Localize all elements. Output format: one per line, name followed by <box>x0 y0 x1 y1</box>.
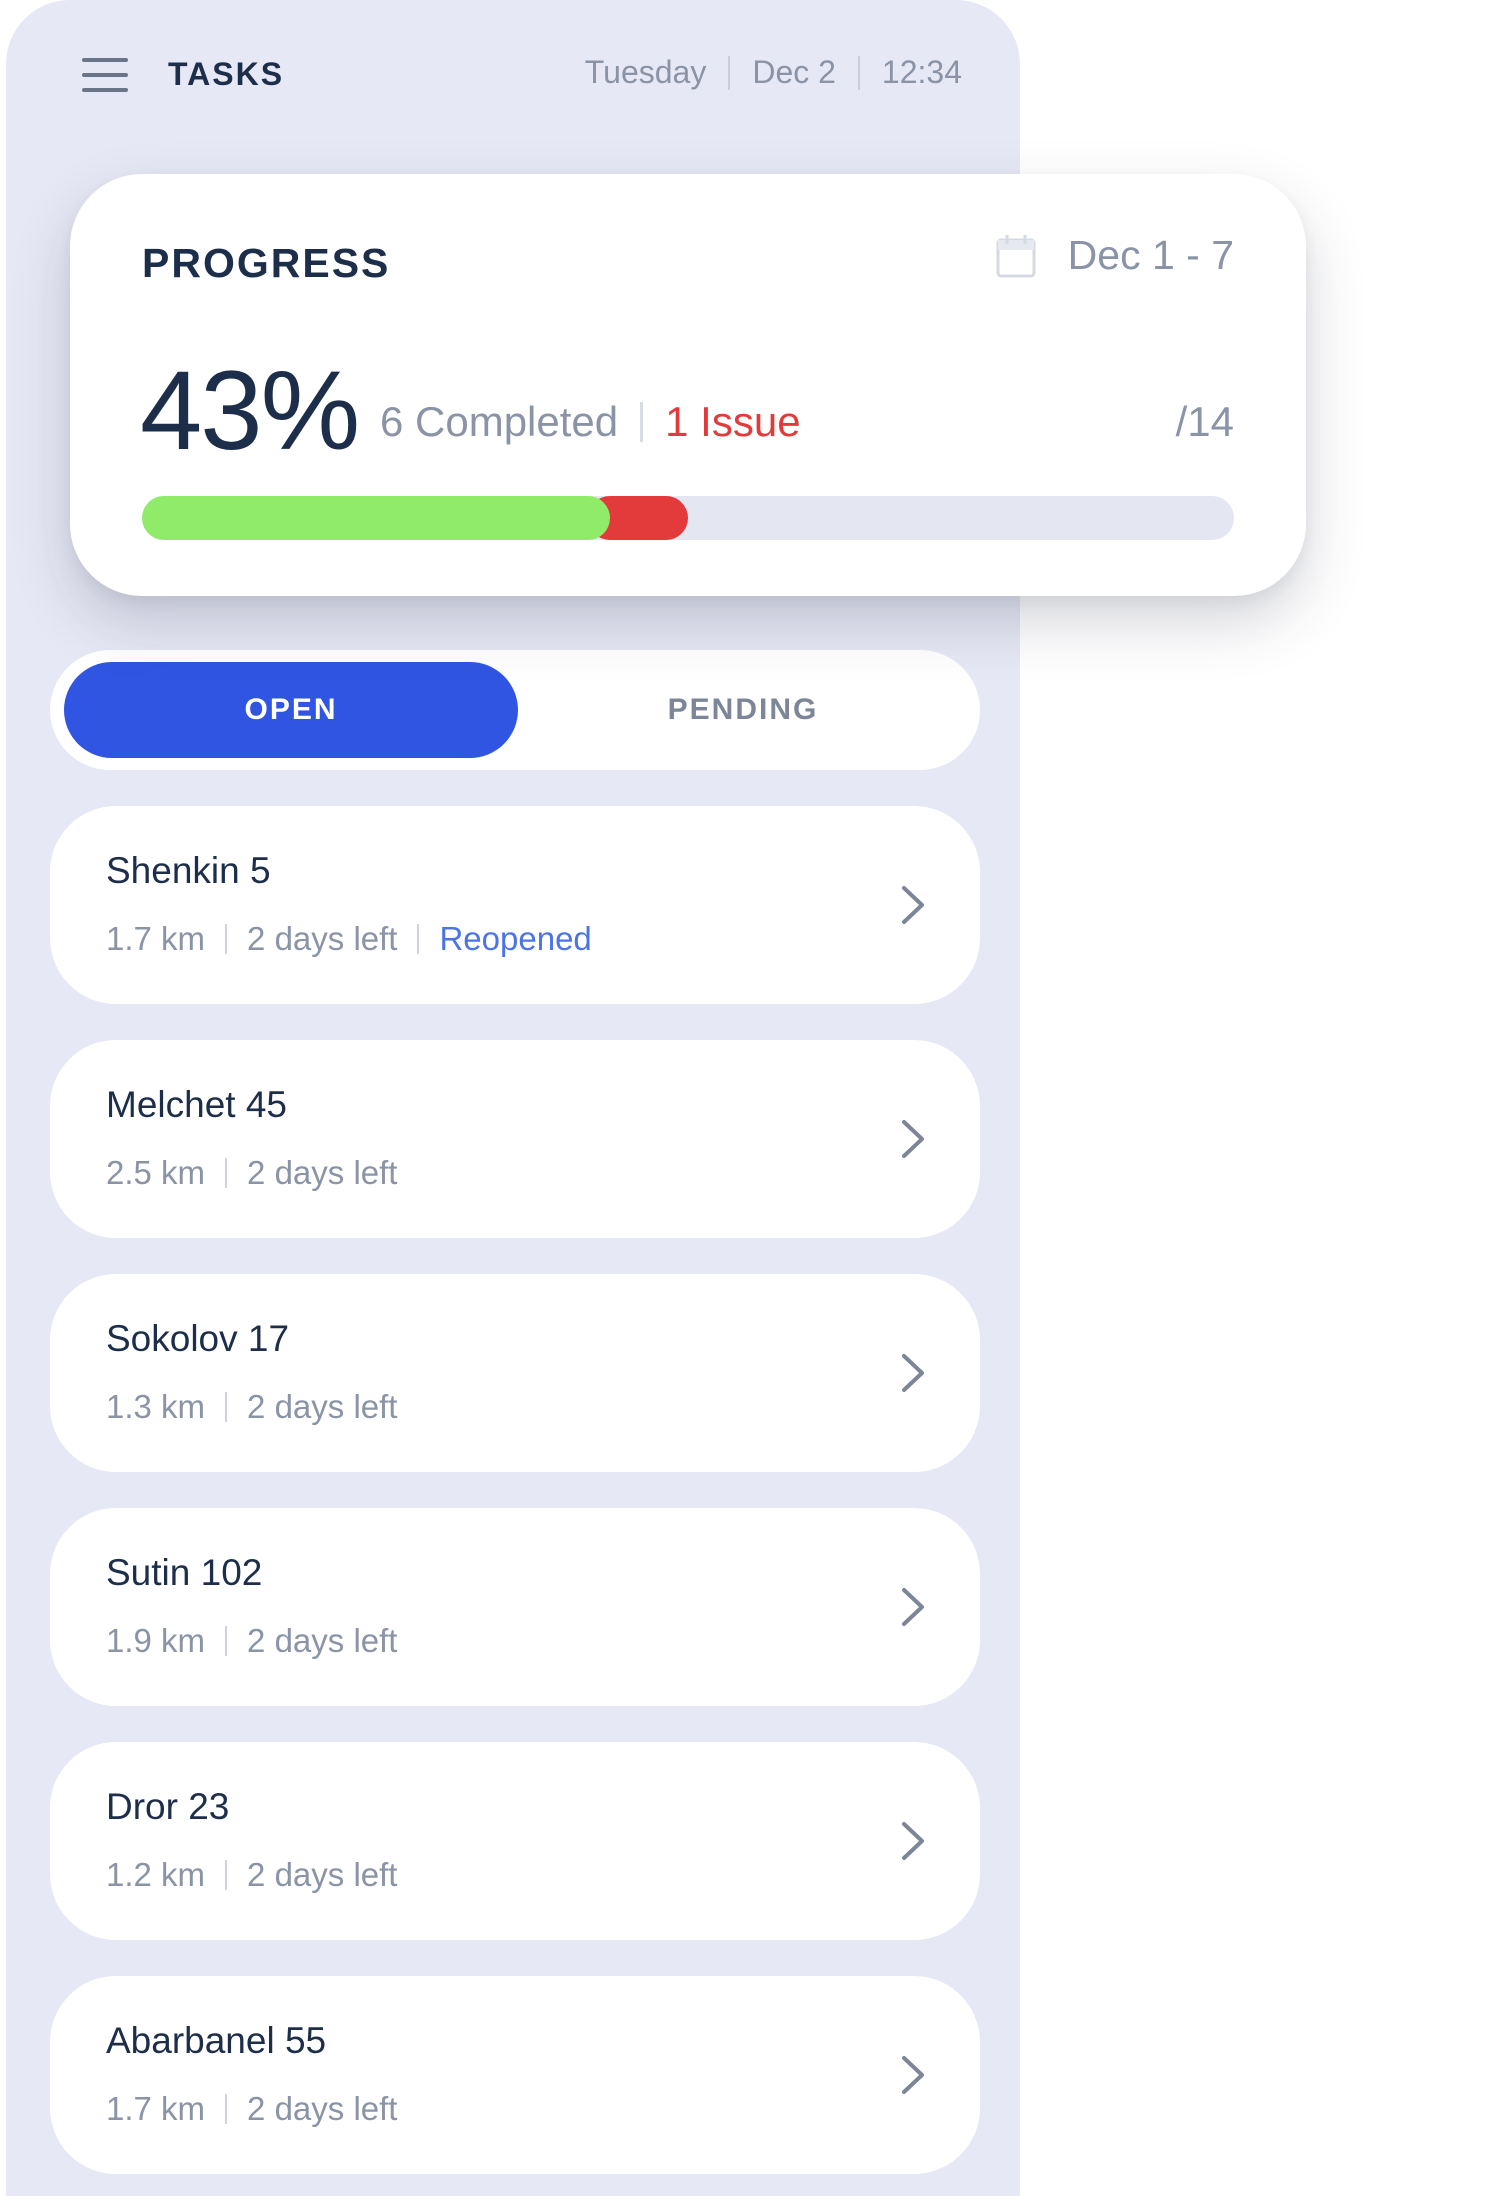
task-name: Dror 23 <box>106 1786 230 1827</box>
chevron-right-icon <box>902 1822 924 1860</box>
task-name: Melchet 45 <box>106 1084 287 1125</box>
task-card[interactable]: Abarbanel 55 1.7 km 2 days left <box>50 1976 980 2174</box>
header-date: Dec 2 <box>752 54 836 90</box>
progress-card: PROGRESS Dec 1 - 7 43% 6 Completed 1 Iss… <box>70 174 1306 596</box>
task-name: Sokolov 17 <box>106 1318 290 1359</box>
task-meta: 2.5 km 2 days left <box>106 1154 397 1192</box>
task-time-left: 2 days left <box>247 2090 398 2127</box>
header-time: 12:34 <box>881 54 962 90</box>
task-card[interactable]: Dror 23 1.2 km 2 days left <box>50 1742 980 1940</box>
divider <box>728 55 731 90</box>
task-name: Abarbanel 55 <box>106 2020 327 2061</box>
progress-title: PROGRESS <box>142 240 391 286</box>
divider <box>225 1158 228 1188</box>
task-name: Sutin 102 <box>106 1552 263 1593</box>
task-card[interactable]: Sokolov 17 1.3 km 2 days left <box>50 1274 980 1472</box>
date-range-label: Dec 1 - 7 <box>1067 232 1234 278</box>
divider <box>225 2094 228 2124</box>
issue-count: 1 Issue <box>665 398 801 445</box>
task-card[interactable]: Melchet 45 2.5 km 2 days left <box>50 1040 980 1238</box>
task-meta: 1.7 km 2 days left <box>106 2090 397 2128</box>
task-time-left: 2 days left <box>247 1154 398 1191</box>
chevron-right-icon <box>902 1588 924 1626</box>
task-tabs: OPEN PENDING <box>50 650 980 770</box>
divider <box>225 924 228 954</box>
page-title: TASKS <box>168 56 285 92</box>
hamburger-menu-icon[interactable] <box>82 58 128 92</box>
progress-stats: 6 Completed 1 Issue <box>380 398 801 446</box>
divider <box>417 924 420 954</box>
task-time-left: 2 days left <box>247 1622 398 1659</box>
task-distance: 2.5 km <box>106 1154 206 1191</box>
divider <box>225 1860 228 1890</box>
date-range-picker[interactable]: Dec 1 - 7 <box>996 232 1234 279</box>
completed-count: 6 Completed <box>380 398 619 445</box>
task-time-left: 2 days left <box>247 1388 398 1425</box>
chevron-right-icon <box>902 1120 924 1158</box>
tab-open[interactable]: OPEN <box>64 662 518 758</box>
task-time-left: 2 days left <box>247 1856 398 1893</box>
task-name: Shenkin 5 <box>106 850 271 891</box>
task-distance: 1.3 km <box>106 1388 206 1425</box>
task-card[interactable]: Shenkin 5 1.7 km 2 days left Reopened <box>50 806 980 1004</box>
divider <box>640 402 644 442</box>
divider <box>225 1626 228 1656</box>
task-meta: 1.2 km 2 days left <box>106 1856 397 1894</box>
task-distance: 1.7 km <box>106 920 206 957</box>
calendar-icon <box>996 234 1036 277</box>
total-count: /14 <box>1175 398 1234 445</box>
chevron-right-icon <box>902 1354 924 1392</box>
task-meta: 1.9 km 2 days left <box>106 1622 397 1660</box>
tab-pending[interactable]: PENDING <box>516 662 970 758</box>
task-meta: 1.3 km 2 days left <box>106 1388 397 1426</box>
top-bar: TASKS Tuesday Dec 2 12:34 <box>6 0 1020 150</box>
task-distance: 1.7 km <box>106 2090 206 2127</box>
chevron-right-icon <box>902 2056 924 2094</box>
progress-percent: 43% <box>140 348 360 473</box>
task-distance: 1.9 km <box>106 1622 206 1659</box>
divider <box>857 55 860 90</box>
task-distance: 1.2 km <box>106 1856 206 1893</box>
task-time-left: 2 days left <box>247 920 398 957</box>
progress-bar-completed-segment <box>142 496 610 540</box>
task-meta: 1.7 km 2 days left Reopened <box>106 920 592 958</box>
task-status: Reopened <box>439 920 592 957</box>
divider <box>225 1392 228 1422</box>
header-day: Tuesday <box>584 54 707 90</box>
progress-bar <box>142 496 1234 540</box>
header-datetime: Tuesday Dec 2 12:34 <box>585 54 962 91</box>
chevron-right-icon <box>902 886 924 924</box>
task-card[interactable]: Sutin 102 1.9 km 2 days left <box>50 1508 980 1706</box>
